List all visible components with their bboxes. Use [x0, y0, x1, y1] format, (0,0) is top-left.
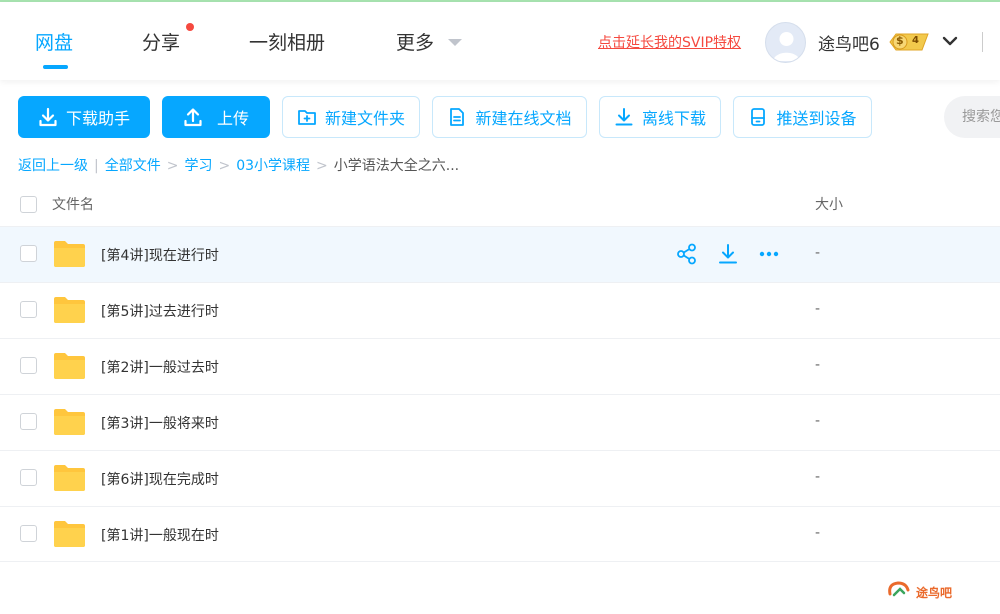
- file-size: -: [815, 525, 821, 541]
- file-name[interactable]: [第5讲]过去进行时: [101, 301, 219, 321]
- breadcrumb-study[interactable]: 学习: [184, 158, 212, 174]
- breadcrumb-separator: >: [316, 158, 328, 174]
- username[interactable]: 途鸟吧6: [818, 30, 880, 55]
- table-row[interactable]: [第1讲]一般现在时 -: [0, 506, 1000, 562]
- chevron-down-icon[interactable]: [941, 32, 959, 50]
- row-checkbox[interactable]: [20, 525, 37, 542]
- breadcrumb: 返回上一级 | 全部文件 > 学习 >03小学课程 > 小学语法大全之六...: [18, 155, 459, 175]
- notification-dot: [186, 23, 194, 31]
- tab-netdisk[interactable]: 网盘: [35, 28, 73, 55]
- download-helper-label: 下载助手: [65, 109, 130, 128]
- new-folder-button[interactable]: 新建文件夹: [282, 96, 420, 138]
- tab-share[interactable]: 分享: [142, 28, 180, 55]
- active-tab-indicator: [43, 65, 68, 69]
- breadcrumb-separator: >: [166, 158, 179, 174]
- folder-icon: [54, 465, 85, 491]
- tab-album[interactable]: 一刻相册: [249, 28, 325, 55]
- badge-level: 4: [912, 35, 919, 46]
- nav-divider: [982, 32, 983, 52]
- device-icon: [751, 108, 766, 126]
- breadcrumb-current: 小学语法大全之六...: [333, 158, 460, 174]
- folder-icon: [54, 297, 85, 323]
- document-icon: [450, 108, 465, 126]
- new-folder-icon: [298, 110, 316, 125]
- breadcrumb-primary-course[interactable]: 03小学课程: [236, 158, 310, 174]
- search-input[interactable]: 搜索您: [944, 96, 1000, 138]
- watermark: 途鸟吧: [888, 581, 953, 601]
- upload-icon: [184, 108, 202, 127]
- more-icon[interactable]: [758, 243, 780, 265]
- folder-icon: [54, 521, 85, 547]
- svip-level-badge: $ 4: [888, 32, 930, 52]
- file-size: -: [815, 469, 821, 485]
- row-checkbox[interactable]: [20, 413, 37, 430]
- push-to-device-label: 推送到设备: [776, 109, 857, 128]
- folder-icon: [54, 353, 85, 379]
- tab-more[interactable]: 更多: [396, 28, 434, 55]
- download-helper-button[interactable]: 下载助手: [18, 96, 150, 138]
- offline-download-button[interactable]: 离线下载: [599, 96, 721, 138]
- watermark-text: 途鸟吧: [916, 586, 953, 600]
- top-nav: 网盘 分享 一刻相册 更多 点击延长我的SVIP特权 途鸟吧6 $ 4: [0, 2, 1000, 80]
- file-size: -: [815, 301, 821, 317]
- table-row[interactable]: [第3讲]一般将来时 -: [0, 394, 1000, 450]
- badge-prefix: $: [896, 34, 904, 47]
- row-checkbox[interactable]: [20, 301, 37, 318]
- table-row[interactable]: [第2讲]一般过去时 -: [0, 338, 1000, 394]
- svip-promo-link[interactable]: 点击延长我的SVIP特权: [598, 32, 741, 52]
- download-icon: [615, 108, 633, 126]
- file-name[interactable]: [第3讲]一般将来时: [101, 413, 219, 433]
- file-size: -: [815, 357, 821, 373]
- table-row[interactable]: [第6讲]现在完成时 -: [0, 450, 1000, 506]
- table-bottom-divider: [0, 561, 1000, 562]
- row-checkbox[interactable]: [20, 469, 37, 486]
- column-header-size[interactable]: 大小: [815, 194, 843, 214]
- breadcrumb-all-files[interactable]: 全部文件: [105, 158, 161, 174]
- table-row[interactable]: [第4讲]现在进行时 -: [0, 226, 1000, 282]
- breadcrumb-separator: >: [218, 158, 231, 174]
- push-to-device-button[interactable]: 推送到设备: [733, 96, 872, 138]
- file-name[interactable]: [第4讲]现在进行时: [101, 245, 219, 265]
- row-checkbox[interactable]: [20, 245, 37, 262]
- file-size: -: [815, 413, 821, 429]
- file-name[interactable]: [第2讲]一般过去时: [101, 357, 219, 377]
- more-dropdown-icon[interactable]: [448, 39, 462, 46]
- breadcrumb-divider: |: [94, 158, 99, 174]
- row-checkbox[interactable]: [20, 357, 37, 374]
- column-header-name[interactable]: 文件名: [52, 194, 94, 214]
- file-name[interactable]: [第1讲]一般现在时: [101, 525, 219, 545]
- offline-download-label: 离线下载: [641, 109, 706, 128]
- new-online-doc-label: 新建在线文档: [475, 109, 572, 128]
- watermark-logo-icon: [888, 581, 910, 597]
- file-size: -: [815, 245, 821, 261]
- table-header: 文件名 大小: [0, 182, 1000, 226]
- share-icon[interactable]: [676, 243, 698, 265]
- upload-label: 上传: [216, 109, 249, 128]
- folder-icon: [54, 241, 85, 267]
- new-online-doc-button[interactable]: 新建在线文档: [432, 96, 587, 138]
- upload-button[interactable]: 上传: [162, 96, 270, 138]
- table-row[interactable]: [第5讲]过去进行时 -: [0, 282, 1000, 338]
- folder-icon: [54, 409, 85, 435]
- download-icon: [39, 107, 57, 127]
- file-name[interactable]: [第6讲]现在完成时: [101, 469, 219, 489]
- breadcrumb-back[interactable]: 返回上一级: [18, 158, 88, 174]
- download-icon[interactable]: [717, 243, 739, 265]
- new-folder-label: 新建文件夹: [324, 109, 405, 128]
- row-actions: [676, 243, 780, 265]
- avatar[interactable]: [765, 22, 806, 63]
- select-all-checkbox[interactable]: [20, 196, 37, 213]
